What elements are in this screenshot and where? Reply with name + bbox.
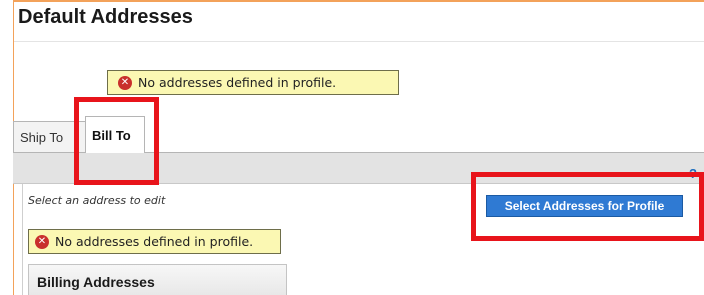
bottom-alert-text: No addresses defined in profile. bbox=[55, 234, 254, 249]
edit-hint: Select an address to edit bbox=[28, 194, 166, 207]
error-icon: ✕ bbox=[35, 234, 49, 249]
panel-header: ? bbox=[13, 152, 704, 184]
page-top-rule bbox=[13, 0, 704, 2]
help-link[interactable]: ? bbox=[689, 166, 697, 181]
tab-bill-to[interactable]: Bill To bbox=[85, 116, 145, 153]
top-alert: ✕ No addresses defined in profile. bbox=[107, 70, 399, 95]
page-title: Default Addresses bbox=[18, 6, 193, 28]
select-addresses-button[interactable]: Select Addresses for Profile bbox=[486, 195, 683, 217]
bottom-alert: ✕ No addresses defined in profile. bbox=[28, 229, 281, 254]
billing-addresses-header: Billing Addresses bbox=[28, 264, 287, 295]
top-alert-text: No addresses defined in profile. bbox=[138, 75, 337, 90]
panel-body-border bbox=[22, 184, 23, 295]
tab-ship-to[interactable]: Ship To bbox=[13, 121, 89, 153]
error-icon: ✕ bbox=[118, 75, 132, 90]
title-divider bbox=[14, 41, 704, 42]
